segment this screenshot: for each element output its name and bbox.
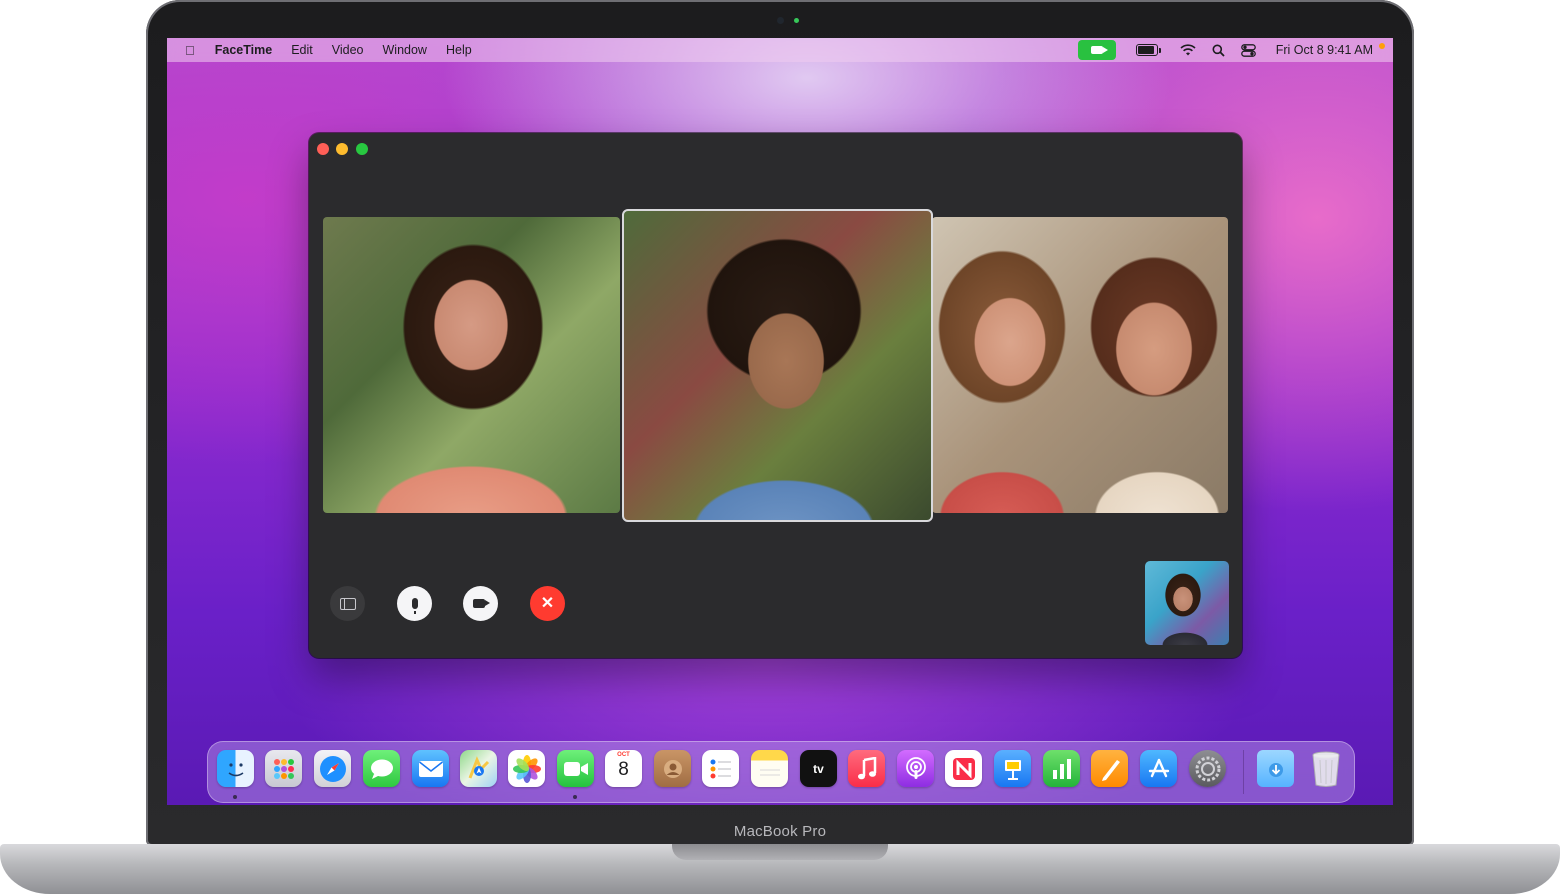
sidebar-toggle-button[interactable]: [330, 586, 365, 621]
running-indicator: [233, 795, 237, 799]
menu-help[interactable]: Help: [446, 43, 472, 57]
messages-icon[interactable]: [363, 750, 400, 787]
podcasts-icon[interactable]: [897, 750, 934, 787]
menu-edit[interactable]: Edit: [291, 43, 313, 57]
running-indicator: [573, 795, 577, 799]
apple-menu-icon[interactable]: : [185, 43, 195, 58]
close-icon: ✕: [540, 594, 555, 612]
safari-icon[interactable]: [314, 750, 351, 787]
maps-icon[interactable]: [460, 750, 497, 787]
reminders-icon[interactable]: [702, 750, 739, 787]
menu-video[interactable]: Video: [332, 43, 364, 57]
trash-icon[interactable]: [1307, 750, 1344, 787]
keynote-icon[interactable]: [994, 750, 1031, 787]
app-menu-facetime[interactable]: FaceTime: [215, 43, 272, 57]
participant-video-tile-2-active[interactable]: [622, 209, 933, 522]
fullscreen-window-button[interactable]: [356, 143, 368, 155]
news-icon[interactable]: [945, 750, 982, 787]
camera-toggle-button[interactable]: [463, 586, 498, 621]
downloads-folder-icon[interactable]: [1257, 750, 1294, 787]
participant-video-tile-3[interactable]: [932, 217, 1228, 513]
facetime-window: ✕: [309, 133, 1242, 658]
numbers-icon[interactable]: [1043, 750, 1080, 787]
contacts-icon[interactable]: [654, 750, 691, 787]
finder-icon[interactable]: [217, 750, 254, 787]
video-icon: [472, 599, 490, 608]
calendar-month-label: OCT: [617, 752, 630, 758]
wifi-icon[interactable]: [1180, 44, 1196, 56]
music-icon[interactable]: [848, 750, 885, 787]
launchpad-icon[interactable]: [265, 750, 302, 787]
app-store-icon[interactable]: [1140, 750, 1177, 787]
system-preferences-icon[interactable]: [1189, 750, 1226, 787]
webcam: [777, 17, 784, 24]
minimize-window-button[interactable]: [336, 143, 348, 155]
self-view-video[interactable]: [1145, 561, 1229, 645]
tv-app-label: tv: [813, 761, 824, 776]
laptop-opening-notch: [672, 844, 888, 860]
dock: OCT 8 tv: [207, 741, 1355, 803]
participant-video-tile-1[interactable]: [323, 217, 620, 513]
tv-icon[interactable]: tv: [800, 750, 837, 787]
calendar-icon[interactable]: OCT 8: [605, 750, 642, 787]
battery-icon[interactable]: [1135, 44, 1161, 56]
desktop-screen:  FaceTime Edit Video Window Help Fri Oc…: [167, 38, 1393, 805]
photos-icon[interactable]: [508, 750, 545, 787]
menu-bar:  FaceTime Edit Video Window Help Fri Oc…: [167, 38, 1393, 62]
spotlight-icon[interactable]: [1212, 44, 1225, 57]
mail-icon[interactable]: [412, 750, 449, 787]
facetime-icon[interactable]: [557, 750, 594, 787]
microphone-icon: [411, 598, 418, 614]
menubar-clock[interactable]: Fri Oct 8 9:41 AM: [1276, 43, 1373, 57]
control-center-icon[interactable]: [1240, 43, 1256, 57]
camera-indicator-light: [794, 18, 799, 23]
laptop-model-label: MacBook Pro: [733, 823, 827, 840]
dock-separator: [1243, 750, 1244, 794]
calendar-day-label: 8: [618, 759, 629, 780]
end-call-button[interactable]: ✕: [530, 586, 565, 621]
menu-window[interactable]: Window: [383, 43, 427, 57]
pages-icon[interactable]: [1091, 750, 1128, 787]
notes-icon[interactable]: [751, 750, 788, 787]
sidebar-icon: [339, 597, 356, 610]
close-window-button[interactable]: [317, 143, 329, 155]
facetime-recording-icon[interactable]: [1077, 40, 1116, 60]
mute-microphone-button[interactable]: [397, 586, 432, 621]
privacy-indicator-dot: [1379, 43, 1385, 49]
